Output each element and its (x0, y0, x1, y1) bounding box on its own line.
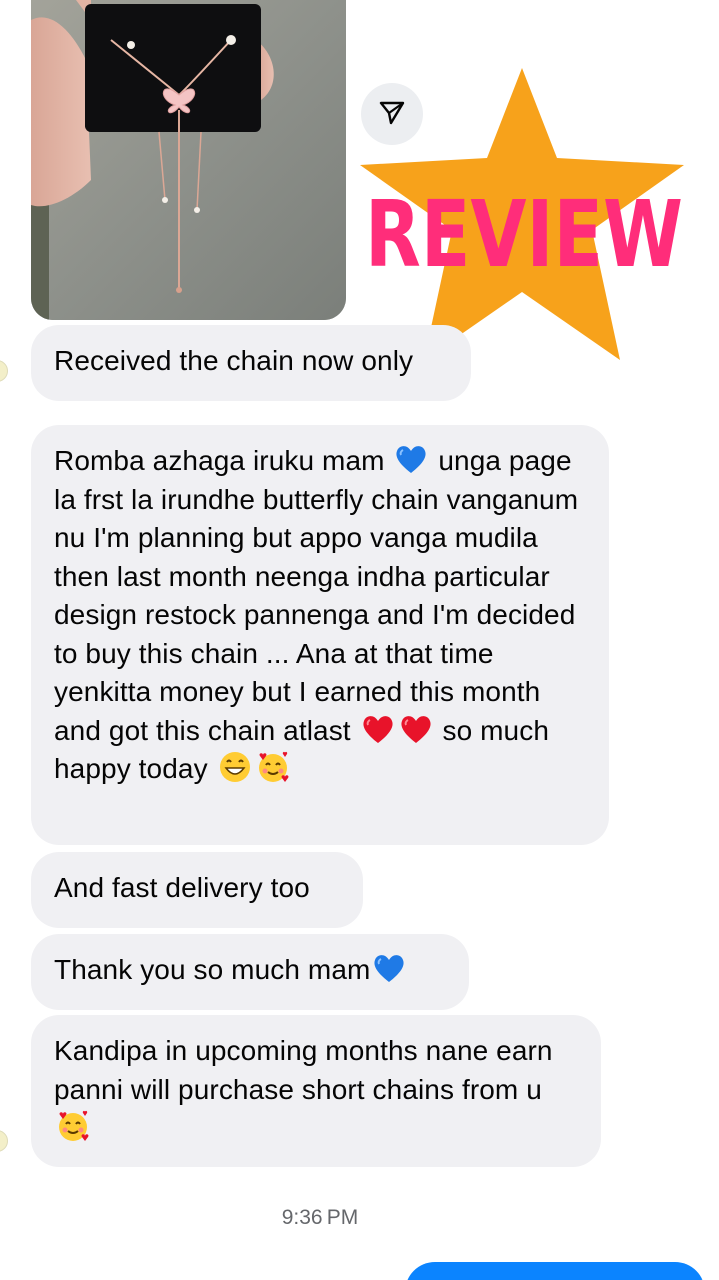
message-bubble[interactable]: Kandipa in upcoming months nane earn pan… (31, 1015, 601, 1167)
message-text: Thank you so much mam (54, 954, 371, 985)
outgoing-message-bubble[interactable] (405, 1262, 705, 1280)
message-text: Kandipa in upcoming months nane earn pan… (54, 1035, 553, 1105)
message-bubble[interactable]: Received the chain now only (31, 325, 471, 401)
sender-avatar (0, 360, 8, 382)
necklace-photo[interactable] (31, 0, 346, 320)
message-bubble[interactable]: And fast delivery too (31, 852, 363, 928)
message-text: And fast delivery too (54, 872, 310, 903)
message-text: unga page la frst la irundhe butterfly c… (54, 445, 579, 746)
message-bubble[interactable]: Romba azhaga iruku mam unga page la frst… (31, 425, 609, 845)
message-text: Received the chain now only (54, 345, 414, 376)
grinning-face-icon (218, 750, 252, 784)
smiling-face-with-hearts-icon (256, 750, 290, 784)
message-timestamp: 9:36 PM (281, 1206, 359, 1229)
review-text: REVIEW (365, 181, 683, 288)
share-button[interactable] (361, 83, 423, 145)
blue-heart-icon (394, 442, 428, 476)
sender-avatar (0, 1130, 8, 1152)
message-bubble[interactable]: Thank you so much mam (31, 934, 469, 1010)
red-heart-icon (361, 712, 395, 746)
chat-screen: REVIEW Received the chain now only Romba… (0, 0, 719, 1280)
red-heart-icon (399, 712, 433, 746)
blue-heart-icon (372, 951, 406, 985)
send-arrow-icon (377, 97, 407, 132)
smiling-face-with-hearts-icon (56, 1109, 90, 1143)
message-text: Romba azhaga iruku mam (54, 445, 385, 476)
